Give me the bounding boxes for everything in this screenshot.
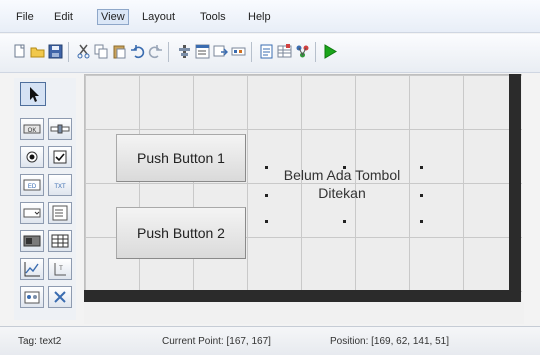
copy-icon[interactable] bbox=[94, 44, 109, 59]
new-icon[interactable] bbox=[12, 44, 27, 59]
table-tool-icon[interactable] bbox=[48, 230, 72, 252]
selection-handle[interactable] bbox=[420, 220, 423, 223]
selection-handle[interactable] bbox=[265, 166, 268, 169]
checkbox-tool-icon[interactable] bbox=[48, 146, 72, 168]
open-icon[interactable] bbox=[30, 44, 45, 59]
slider-tool-icon[interactable] bbox=[48, 118, 72, 140]
selection-handle[interactable] bbox=[343, 220, 346, 223]
save-icon[interactable] bbox=[48, 44, 63, 59]
axes-tool-icon[interactable] bbox=[20, 258, 44, 280]
edit-text-tool-icon[interactable]: ED bbox=[20, 174, 44, 196]
undo-icon[interactable] bbox=[130, 44, 145, 59]
tab-order-icon[interactable] bbox=[213, 44, 228, 59]
radio-button-tool-icon[interactable] bbox=[20, 146, 44, 168]
menu-layout[interactable]: Layout bbox=[138, 10, 179, 24]
menu-edit[interactable]: Edit bbox=[50, 10, 77, 24]
redo-icon[interactable] bbox=[148, 44, 163, 59]
selection-handle[interactable] bbox=[343, 166, 346, 169]
status-bar: Tag: text2 Current Point: [167, 167] Pos… bbox=[0, 326, 540, 355]
toolbar-separator bbox=[315, 42, 316, 62]
panel-tool-icon[interactable]: T bbox=[48, 258, 72, 280]
status-tag: Tag: text2 bbox=[18, 336, 62, 347]
svg-text:OK: OK bbox=[28, 128, 37, 134]
push-button-1[interactable]: Push Button 1 bbox=[116, 134, 246, 182]
static-text-tool-icon[interactable]: TXT bbox=[48, 174, 72, 196]
object-browser-icon[interactable] bbox=[295, 44, 310, 59]
button-group-tool-icon[interactable] bbox=[20, 286, 44, 308]
layout-resize-border-right[interactable] bbox=[509, 74, 521, 300]
toolbar-separator bbox=[168, 42, 169, 62]
svg-text:TXT: TXT bbox=[54, 184, 66, 190]
property-inspector-icon[interactable] bbox=[277, 44, 292, 59]
activex-tool-icon[interactable] bbox=[48, 286, 72, 308]
status-current-point: Current Point: [167, 167] bbox=[162, 336, 271, 347]
selection-handle[interactable] bbox=[420, 166, 423, 169]
select-tool-icon[interactable] bbox=[20, 82, 46, 106]
push-button-tool-icon[interactable]: OK bbox=[20, 118, 44, 140]
static-text-line-2: Ditekan bbox=[318, 185, 366, 201]
run-icon[interactable] bbox=[322, 44, 337, 59]
menu-tools[interactable]: Tools bbox=[196, 10, 230, 24]
selection-handle[interactable] bbox=[265, 194, 268, 197]
selection-handle[interactable] bbox=[265, 220, 268, 223]
menu-bar: File Edit View Layout Tools Help bbox=[0, 0, 540, 33]
layout-outside-area bbox=[84, 302, 524, 324]
status-position: Position: [169, 62, 141, 51] bbox=[330, 336, 449, 347]
svg-text:ED: ED bbox=[28, 184, 37, 190]
menu-view[interactable]: View bbox=[97, 9, 129, 25]
svg-text:T: T bbox=[59, 266, 63, 272]
toggle-button-tool-icon[interactable] bbox=[20, 230, 44, 252]
popup-menu-tool-icon[interactable] bbox=[20, 202, 44, 224]
paste-icon[interactable] bbox=[112, 44, 127, 59]
menu-editor-icon[interactable] bbox=[195, 44, 210, 59]
push-button-2[interactable]: Push Button 2 bbox=[116, 207, 246, 259]
mfile-editor-icon[interactable] bbox=[259, 44, 274, 59]
align-icon[interactable] bbox=[177, 44, 192, 59]
guide-layout-editor-window: File Edit View Layout Tools Help OK ED T… bbox=[0, 0, 540, 355]
layout-resize-border-bottom[interactable] bbox=[84, 290, 521, 302]
menu-help[interactable]: Help bbox=[244, 10, 275, 24]
static-text[interactable]: Belum Ada Tombol Ditekan bbox=[262, 166, 422, 222]
toolbar-editor-icon[interactable] bbox=[231, 44, 246, 59]
push-button-2-label: Push Button 2 bbox=[137, 225, 225, 241]
component-palette bbox=[14, 78, 76, 320]
menu-file[interactable]: File bbox=[12, 10, 38, 24]
toolbar-separator bbox=[251, 42, 252, 62]
toolbar-separator bbox=[68, 42, 69, 62]
selection-handle[interactable] bbox=[420, 194, 423, 197]
cut-icon[interactable] bbox=[76, 44, 91, 59]
push-button-1-label: Push Button 1 bbox=[137, 150, 225, 166]
listbox-tool-icon[interactable] bbox=[48, 202, 72, 224]
static-text-line-1: Belum Ada Tombol bbox=[283, 167, 401, 183]
